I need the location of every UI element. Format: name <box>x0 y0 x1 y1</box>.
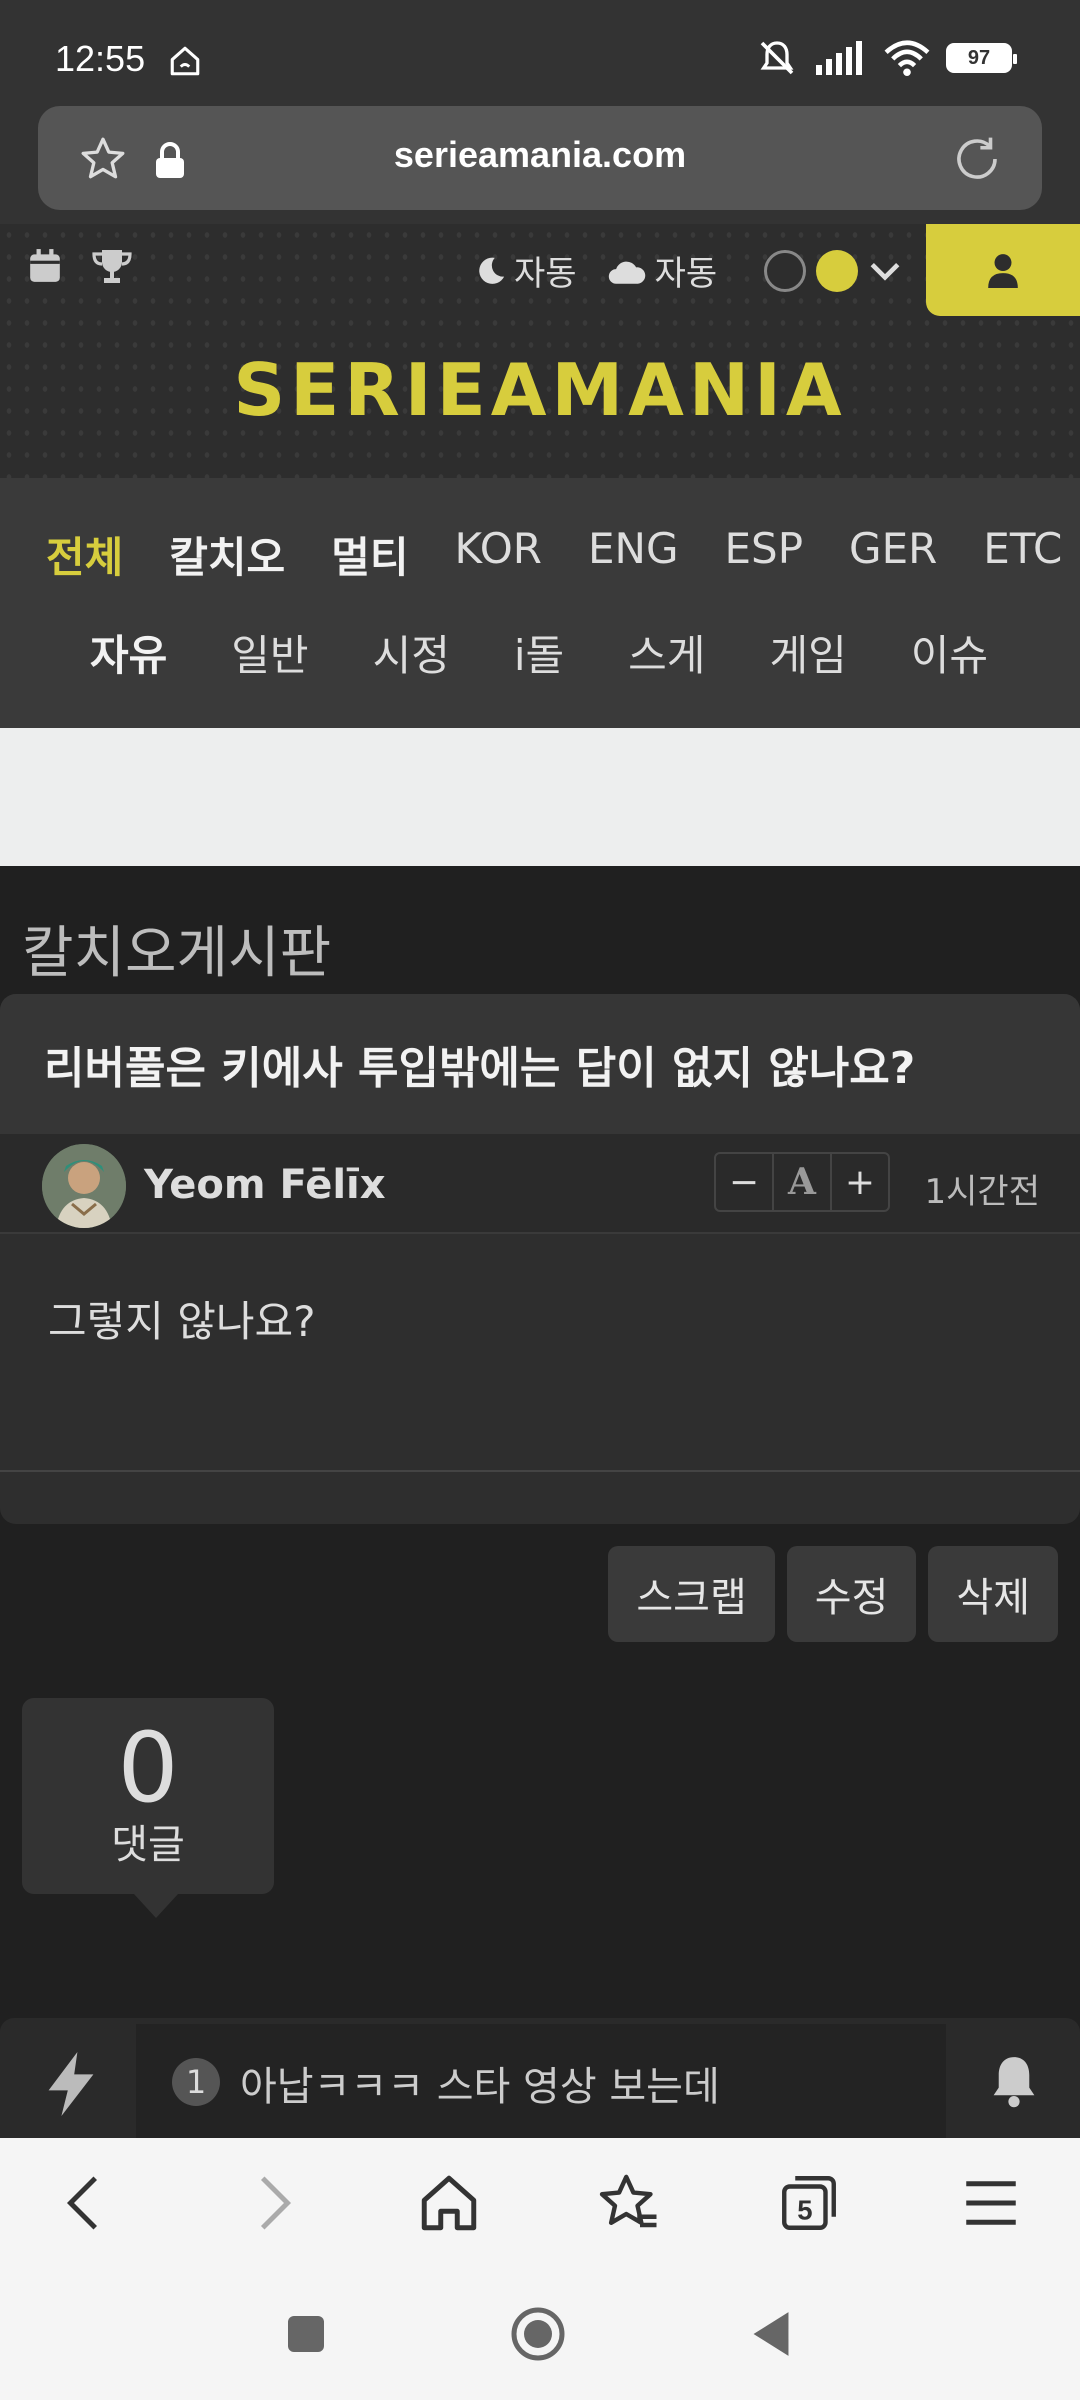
status-time: 12:55 <box>55 38 146 79</box>
url-text: serieamania.com <box>393 134 687 175</box>
chevron-down-icon[interactable] <box>868 260 902 282</box>
nav-item-issue[interactable]: 이슈 <box>911 622 988 683</box>
dark-mode-label: 자동 <box>514 254 577 294</box>
site-logo[interactable]: SERIEAMANIA <box>0 348 1080 432</box>
comment-box-pointer <box>134 1894 178 1918</box>
cloud-icon <box>608 261 645 284</box>
dark-mode-toggle[interactable]: 자동 <box>476 246 577 295</box>
post-body: 그렇지 않나요? <box>48 1297 316 1346</box>
moon-icon <box>479 257 505 284</box>
browser-bottom-nav: 5 <box>0 2138 1080 2268</box>
tabs-icon[interactable]: 5 <box>776 2170 842 2236</box>
back-icon[interactable] <box>54 2170 120 2236</box>
ticker-rank: 1 <box>172 2058 220 2106</box>
category-nav: 전체 칼치오 멀티 KOR ENG ESP GER ETC 자유 일반 시정 i… <box>0 478 1080 728</box>
address-bar[interactable]: serieamania.com <box>38 106 1042 210</box>
nav-item-all[interactable]: 전체 <box>46 524 123 585</box>
avatar[interactable] <box>42 1144 126 1228</box>
avatar-image <box>42 1144 126 1228</box>
nav-item-free[interactable]: 자유 <box>90 622 167 683</box>
recents-icon[interactable] <box>286 2314 326 2354</box>
menu-icon[interactable] <box>958 2170 1024 2236</box>
comment-count-box[interactable]: 0 댓글 <box>22 1698 274 1918</box>
post-divider <box>0 1470 1080 1472</box>
weather-toggle[interactable]: 자동 <box>607 246 718 295</box>
nav-item-game[interactable]: 게임 <box>769 622 846 683</box>
nav-item-ger[interactable]: GER <box>849 524 937 585</box>
lightning-icon[interactable] <box>44 2052 98 2116</box>
site-header: 자동 자동 SERIEAMANIA <box>0 224 1080 478</box>
ad-banner-area <box>0 728 1080 866</box>
delete-button[interactable]: 삭제 <box>928 1546 1058 1642</box>
board-title[interactable]: 칼치오게시판 <box>22 908 331 989</box>
trophy-icon[interactable] <box>92 248 132 284</box>
post-card: 리버풀은 키에사 투입밖에는 답이 없지 않나요? Yeom Fēlīx − A… <box>0 994 1080 1524</box>
nav-item-esp[interactable]: ESP <box>725 524 804 585</box>
weather-label: 자동 <box>654 254 718 294</box>
font-decrease-button[interactable]: − <box>716 1154 774 1210</box>
scrap-button[interactable]: 스크랩 <box>608 1546 775 1642</box>
back-button-icon[interactable] <box>748 2310 794 2358</box>
calendar-icon[interactable] <box>28 248 62 284</box>
reload-icon[interactable] <box>950 132 1004 186</box>
nav-item-general[interactable]: 일반 <box>231 622 308 683</box>
ticker-item[interactable]: 1 아납ㅋㅋㅋ 스타 영상 보는데 <box>136 2024 946 2138</box>
wifi-icon <box>884 40 930 77</box>
bookmarks-icon[interactable] <box>596 2170 662 2236</box>
post-time: 1시간전 <box>924 1172 1040 1212</box>
post-actions: 스크랩 수정 삭제 <box>608 1546 1058 1642</box>
nav-item-sijeong[interactable]: 시정 <box>373 622 450 683</box>
theme-yellow-option[interactable] <box>816 250 858 292</box>
svg-text:5: 5 <box>797 2195 812 2226</box>
user-login-button[interactable] <box>926 224 1080 316</box>
font-reset-button[interactable]: A <box>774 1154 832 1210</box>
font-increase-button[interactable]: + <box>832 1154 888 1210</box>
signal-icon <box>816 41 862 75</box>
theme-dark-option[interactable] <box>764 250 806 292</box>
ticker-text: 아납ㅋㅋㅋ 스타 영상 보는데 <box>240 2064 720 2110</box>
nav-item-sports[interactable]: 스게 <box>628 622 705 683</box>
author-name[interactable]: Yeom Fēlīx <box>144 1162 386 1208</box>
post-meta: Yeom Fēlīx − A + 1시간전 <box>0 1134 1080 1234</box>
nav-item-etc[interactable]: ETC <box>983 524 1062 585</box>
forward-icon[interactable] <box>238 2170 304 2236</box>
system-nav-bar <box>0 2268 1080 2400</box>
font-size-control: − A + <box>714 1152 890 1212</box>
home-button-icon[interactable] <box>510 2306 566 2362</box>
browser-toolbar: serieamania.com <box>0 100 1080 224</box>
battery-indicator: 97 <box>946 43 1017 73</box>
post-title: 리버풀은 키에사 투입밖에는 답이 없지 않나요? <box>44 1043 916 1094</box>
home-icon[interactable] <box>416 2170 482 2236</box>
edit-button[interactable]: 수정 <box>786 1546 917 1642</box>
nav-item-eng[interactable]: ENG <box>588 524 679 585</box>
user-icon <box>988 254 1018 288</box>
home-wifi-icon <box>170 46 200 76</box>
comment-label: 댓글 <box>111 1822 185 1868</box>
nav-item-idol[interactable]: i돌 <box>514 622 564 683</box>
status-bar: 12:55 97 <box>0 0 1080 100</box>
nav-item-kor[interactable]: KOR <box>454 524 542 585</box>
bell-icon[interactable] <box>988 2052 1040 2108</box>
comment-count: 0 <box>117 1712 179 1824</box>
nav-item-multi[interactable]: 멀티 <box>331 524 408 585</box>
live-ticker: 1 아납ㅋㅋㅋ 스타 영상 보는데 <box>0 2018 1080 2138</box>
mute-icon <box>760 41 794 75</box>
nav-item-calcio[interactable]: 칼치오 <box>169 524 285 585</box>
